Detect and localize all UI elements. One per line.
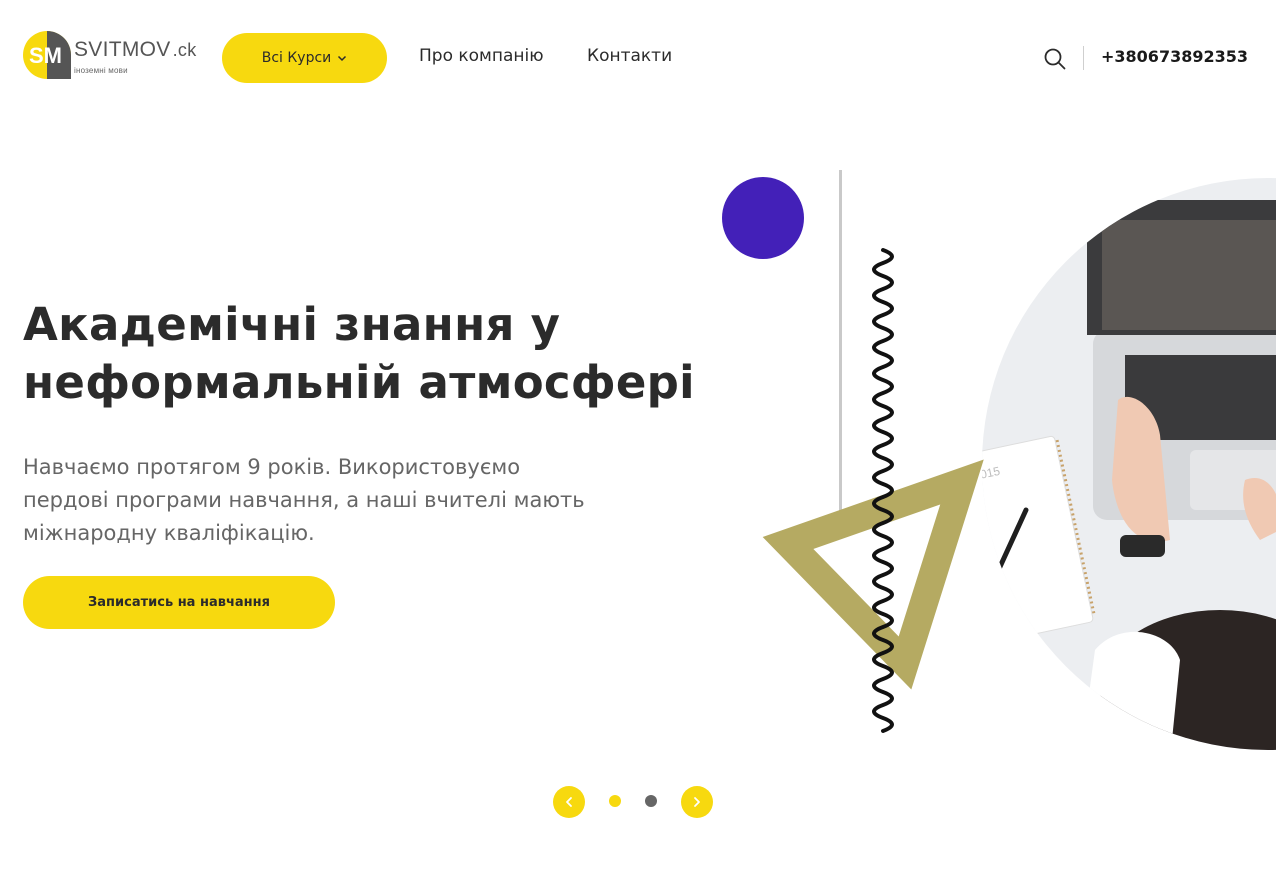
logo-mark-icon: SM — [23, 31, 71, 79]
site-logo[interactable]: SM SVITMOV .ck іноземні мови — [22, 30, 196, 82]
hero-description-line-3: міжнародну кваліфікацію. — [23, 521, 315, 545]
site-header: SM SVITMOV .ck іноземні мови Всі Курси Пр… — [0, 0, 1276, 116]
slider-prev-button[interactable] — [553, 786, 585, 818]
phone-link[interactable]: +380673892353 — [1101, 47, 1248, 66]
hero-title: Академічні знання у неформальній атмосфе… — [23, 296, 723, 412]
hero-title-line-2: неформальній атмосфері — [23, 356, 695, 409]
all-courses-dropdown-button[interactable]: Всі Курси — [222, 33, 387, 83]
chevron-right-icon — [694, 797, 700, 807]
decor-vertical-line — [839, 170, 842, 520]
hero-description-line-2: пердові програми навчання, а наші вчител… — [23, 488, 585, 512]
slider-dot-2[interactable] — [645, 795, 657, 807]
hero-decoration: ER 2015 — [722, 170, 1276, 750]
logo-name: SVITMOV .ck — [74, 38, 197, 61]
nav-link-about[interactable]: Про компанію — [419, 46, 544, 66]
slider-next-button[interactable] — [681, 786, 713, 818]
hero-description: Навчаємо протягом 9 років. Використовуєм… — [23, 451, 703, 550]
logo-tagline: іноземні мови — [74, 66, 128, 75]
nav-link-contacts[interactable]: Контакти — [587, 46, 672, 66]
enroll-button[interactable]: Записатись на навчання — [23, 576, 335, 629]
header-divider — [1083, 46, 1084, 70]
hero-description-line-1: Навчаємо протягом 9 років. Використовуєм… — [23, 455, 521, 479]
hero-title-line-1: Академічні знання у — [23, 298, 561, 351]
search-icon[interactable] — [1043, 47, 1067, 71]
slider-dot-1[interactable] — [609, 795, 621, 807]
logo-suffix: .ck — [172, 40, 197, 60]
decor-purple-circle — [722, 177, 804, 259]
chevron-down-icon — [338, 55, 347, 62]
chevron-left-icon — [566, 797, 572, 807]
hero-photo: ER 2015 — [982, 178, 1276, 750]
all-courses-label: Всі Курси — [261, 50, 332, 66]
svg-text:SM: SM — [29, 43, 62, 68]
